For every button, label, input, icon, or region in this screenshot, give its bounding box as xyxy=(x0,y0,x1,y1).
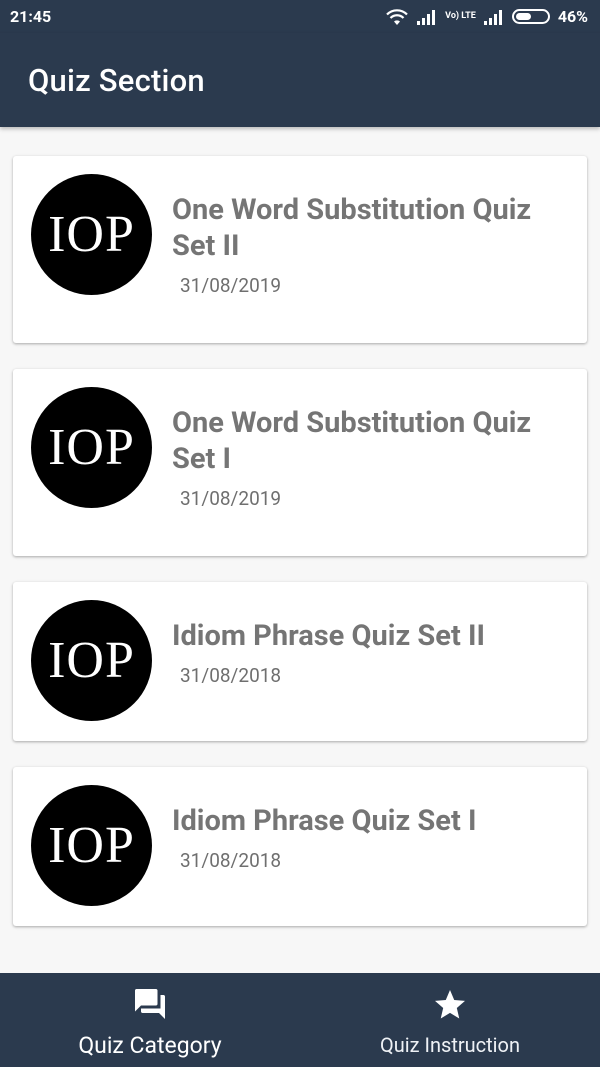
bottom-nav: Quiz Category Quiz Instruction xyxy=(0,973,600,1067)
page-title: Quiz Section xyxy=(28,61,205,99)
quiz-info: Idiom Phrase Quiz Set I 31/08/2018 xyxy=(172,785,476,872)
forum-icon xyxy=(132,986,168,1026)
app-bar: Quiz Section xyxy=(0,33,600,127)
nav-label: Quiz Category xyxy=(78,1031,222,1059)
quiz-info: One Word Substitution Quiz Set II 31/08/… xyxy=(172,174,569,297)
status-time: 21:45 xyxy=(10,7,52,26)
iop-logo: IOP xyxy=(31,600,152,721)
nav-quiz-category[interactable]: Quiz Category xyxy=(0,973,300,1067)
iop-logo: IOP xyxy=(31,785,152,906)
quiz-card[interactable]: IOP Idiom Phrase Quiz Set II 31/08/2018 xyxy=(13,582,587,741)
nav-quiz-instruction[interactable]: Quiz Instruction xyxy=(300,973,600,1067)
signal-icon xyxy=(483,9,504,25)
quiz-title: Idiom Phrase Quiz Set I xyxy=(172,804,477,838)
quiz-date: 31/08/2019 xyxy=(180,274,282,297)
battery-icon xyxy=(511,9,550,24)
quiz-list: IOP One Word Substitution Quiz Set II 31… xyxy=(13,156,587,952)
quiz-date: 31/08/2019 xyxy=(180,487,282,510)
quiz-date: 31/08/2018 xyxy=(180,664,282,687)
signal-icon xyxy=(417,9,437,25)
quiz-title: Idiom Phrase Quiz Set II xyxy=(172,619,485,653)
battery-percent: 46% xyxy=(557,7,588,26)
quiz-info: Idiom Phrase Quiz Set II 31/08/2018 xyxy=(172,600,485,687)
status-bar: 21:45 Vo) LTE 46% xyxy=(0,0,600,33)
quiz-card[interactable]: IOP Idiom Phrase Quiz Set I 31/08/2018 xyxy=(13,767,587,926)
quiz-card[interactable]: IOP One Word Substitution Quiz Set I 31/… xyxy=(13,369,587,556)
nav-label: Quiz Instruction xyxy=(379,1033,520,1057)
quiz-title: One Word Substitution Quiz Set I xyxy=(172,406,532,476)
quiz-info: One Word Substitution Quiz Set I 31/08/2… xyxy=(172,387,569,510)
quiz-date: 31/08/2018 xyxy=(180,849,282,872)
wifi-icon xyxy=(385,8,409,26)
iop-logo: IOP xyxy=(31,387,152,508)
quiz-title: One Word Substitution Quiz Set II xyxy=(172,193,532,263)
quiz-card[interactable]: IOP One Word Substitution Quiz Set II 31… xyxy=(13,156,587,343)
iop-logo: IOP xyxy=(31,174,152,295)
lte-label: Vo) LTE xyxy=(445,11,476,21)
status-icons: Vo) LTE 46% xyxy=(385,7,588,26)
star-icon xyxy=(432,987,468,1027)
